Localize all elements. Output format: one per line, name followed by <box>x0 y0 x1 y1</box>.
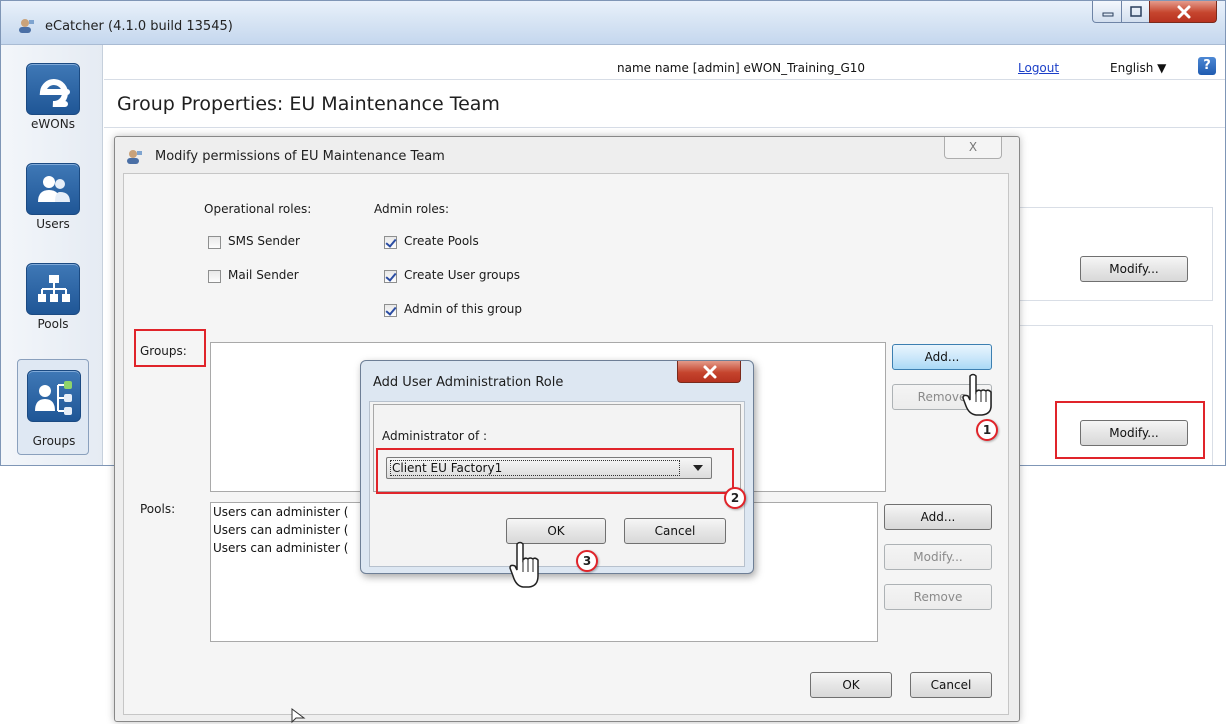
minimize-icon <box>1102 12 1114 17</box>
maximize-button[interactable] <box>1121 1 1150 23</box>
mail-sender-checkbox[interactable] <box>208 270 221 283</box>
users-icon <box>26 163 80 215</box>
sidebar-item-label: Groups <box>32 434 76 448</box>
sms-sender-label: SMS Sender <box>228 234 300 248</box>
window-close-button[interactable] <box>1149 1 1217 23</box>
pools-modify-button[interactable]: Modify... <box>884 544 992 570</box>
page-title: Group Properties: EU Maintenance Team <box>117 93 500 115</box>
sidebar-item-label: Users <box>36 217 70 231</box>
groups-label: Groups: <box>140 344 187 358</box>
sidebar-item-label: Pools <box>37 317 69 331</box>
settings-panel-top: Modify... <box>1019 207 1213 301</box>
sidebar-item-ewons[interactable]: eWONs <box>17 53 89 143</box>
ecatcher-app-icon <box>127 150 142 164</box>
logout-link[interactable]: Logout <box>1018 61 1059 75</box>
title-bar: eCatcher (4.1.0 build 13545) <box>1 1 1225 45</box>
list-item[interactable]: Users can administer ( <box>213 541 349 555</box>
sms-sender-checkbox[interactable] <box>208 236 221 249</box>
sidebar-item-groups[interactable]: Groups <box>17 359 89 455</box>
sidebar: eWONs Users Pools Groups <box>1 45 103 465</box>
create-user-groups-label: Create User groups <box>404 268 520 282</box>
pools-label: Pools: <box>140 502 176 516</box>
close-icon <box>1177 5 1191 19</box>
sidebar-item-users[interactable]: Users <box>17 153 89 243</box>
sidebar-item-label: eWONs <box>31 117 75 131</box>
title-divider <box>104 127 1225 128</box>
step-badge-3: 3 <box>576 550 598 572</box>
admin-of-label: Administrator of : <box>382 429 488 443</box>
groups-icon <box>27 370 81 422</box>
arrow-cursor-icon <box>291 708 306 724</box>
operational-roles-label: Operational roles: <box>204 202 312 216</box>
inner-dialog-close-button[interactable] <box>677 361 741 383</box>
language-dropdown[interactable]: English ▼ <box>1110 61 1166 75</box>
create-pools-checkbox[interactable] <box>384 236 397 249</box>
admin-of-group-label: Admin of this group <box>404 302 523 316</box>
mail-sender-label: Mail Sender <box>228 268 299 282</box>
inner-dialog-title: Add User Administration Role <box>373 375 564 390</box>
dialog-title: Modify permissions of EU Maintenance Tea… <box>155 149 445 164</box>
maximize-icon <box>1130 6 1142 17</box>
window-title: eCatcher (4.1.0 build 13545) <box>45 19 233 34</box>
pools-add-button[interactable]: Add... <box>884 504 992 530</box>
list-item[interactable]: Users can administer ( <box>213 523 349 537</box>
minimize-button[interactable] <box>1092 1 1122 23</box>
dialog-close-button[interactable]: X <box>944 137 1002 159</box>
admin-roles-label: Admin roles: <box>374 202 450 216</box>
admin-of-group-checkbox[interactable] <box>384 304 397 317</box>
create-pools-label: Create Pools <box>404 234 479 248</box>
ecatcher-app-icon <box>19 19 34 33</box>
user-info: name name [admin] eWON_Training_G10 <box>617 61 866 75</box>
pools-icon <box>26 263 80 315</box>
groups-add-button[interactable]: Add... <box>892 344 992 370</box>
step-badge-2: 2 <box>724 487 746 509</box>
help-icon[interactable]: ? <box>1198 57 1216 75</box>
header-divider <box>104 79 1225 80</box>
close-icon: X <box>968 140 978 154</box>
highlight-modify <box>1055 401 1205 459</box>
sidebar-item-pools[interactable]: Pools <box>17 253 89 343</box>
dialog-cancel-button[interactable]: Cancel <box>910 672 992 698</box>
hand-cursor-icon <box>509 541 539 588</box>
inner-cancel-button[interactable]: Cancel <box>624 518 726 544</box>
ewon-logo-icon <box>26 63 80 115</box>
hand-cursor-icon <box>962 373 992 416</box>
create-user-groups-checkbox[interactable] <box>384 270 397 283</box>
close-icon <box>703 365 717 379</box>
list-item[interactable]: Users can administer ( <box>213 505 349 519</box>
modify-button-top[interactable]: Modify... <box>1080 256 1188 282</box>
step-badge-1: 1 <box>976 419 998 441</box>
pools-remove-button[interactable]: Remove <box>884 584 992 610</box>
dialog-ok-button[interactable]: OK <box>810 672 892 698</box>
highlight-select <box>376 448 734 494</box>
